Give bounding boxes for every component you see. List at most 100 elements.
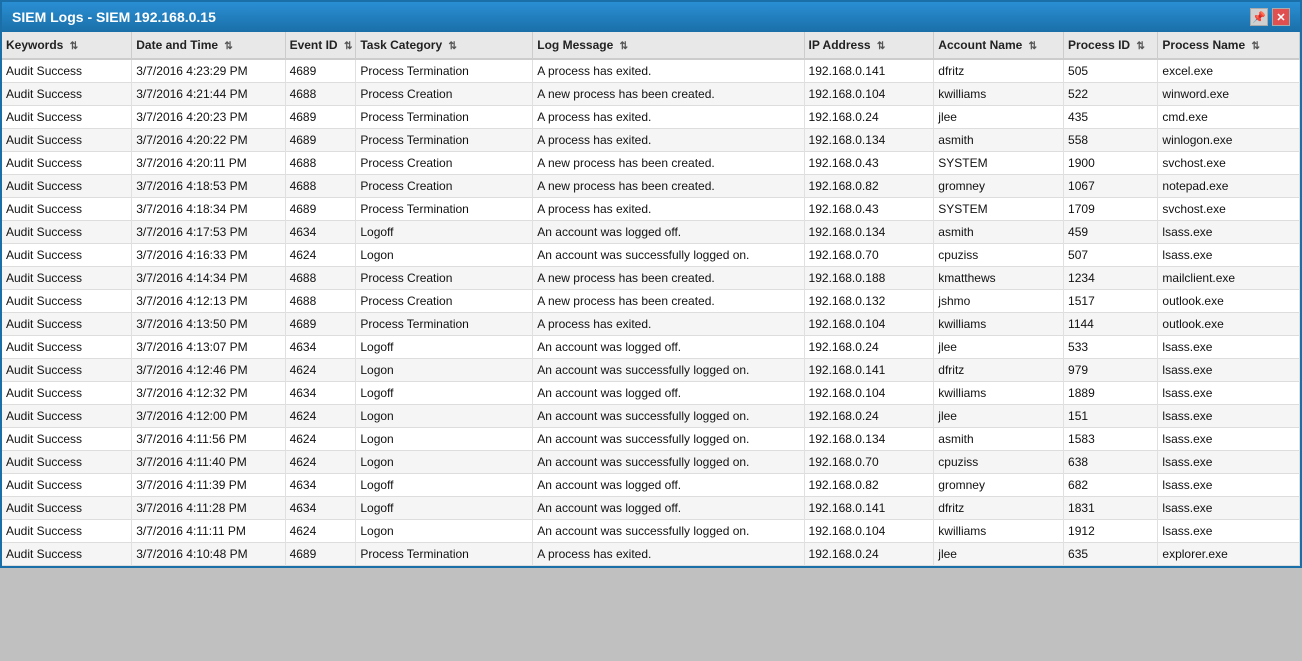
cell-accountname: asmith — [934, 428, 1064, 451]
table-row[interactable]: Audit Success3/7/2016 4:11:40 PM4624Logo… — [2, 451, 1300, 474]
cell-taskcategory: Logon — [356, 405, 533, 428]
sort-icon-logmessage: ⇅ — [620, 41, 628, 52]
cell-logmessage: A process has exited. — [533, 59, 804, 83]
col-header-keywords[interactable]: Keywords ⇅ — [2, 32, 132, 59]
table-row[interactable]: Audit Success3/7/2016 4:21:44 PM4688Proc… — [2, 83, 1300, 106]
col-header-processid[interactable]: Process ID ⇅ — [1064, 32, 1158, 59]
cell-keywords: Audit Success — [2, 244, 132, 267]
cell-keywords: Audit Success — [2, 267, 132, 290]
table-row[interactable]: Audit Success3/7/2016 4:18:34 PM4689Proc… — [2, 198, 1300, 221]
cell-datetime: 3/7/2016 4:20:11 PM — [132, 152, 285, 175]
cell-ipaddress: 192.168.0.141 — [804, 497, 934, 520]
sort-icon-processid: ⇅ — [1136, 41, 1144, 52]
close-button[interactable]: ✕ — [1272, 8, 1290, 26]
table-row[interactable]: Audit Success3/7/2016 4:12:32 PM4634Logo… — [2, 382, 1300, 405]
cell-processname: lsass.exe — [1158, 497, 1300, 520]
cell-ipaddress: 192.168.0.134 — [804, 221, 934, 244]
cell-accountname: kmatthews — [934, 267, 1064, 290]
cell-processname: winlogon.exe — [1158, 129, 1300, 152]
cell-processname: mailclient.exe — [1158, 267, 1300, 290]
cell-accountname: dfritz — [934, 497, 1064, 520]
cell-logmessage: A new process has been created. — [533, 267, 804, 290]
cell-ipaddress: 192.168.0.104 — [804, 520, 934, 543]
cell-keywords: Audit Success — [2, 543, 132, 566]
title-bar-controls: 📌 ✕ — [1250, 8, 1290, 26]
table-row[interactable]: Audit Success3/7/2016 4:12:13 PM4688Proc… — [2, 290, 1300, 313]
cell-ipaddress: 192.168.0.24 — [804, 543, 934, 566]
table-row[interactable]: Audit Success3/7/2016 4:23:29 PM4689Proc… — [2, 59, 1300, 83]
table-container: Keywords ⇅ Date and Time ⇅ Event ID ⇅ Ta… — [2, 32, 1300, 566]
cell-processid: 533 — [1064, 336, 1158, 359]
cell-accountname: kwilliams — [934, 382, 1064, 405]
sort-icon-datetime: ⇅ — [224, 41, 232, 52]
cell-logmessage: An account was logged off. — [533, 336, 804, 359]
col-header-logmessage[interactable]: Log Message ⇅ — [533, 32, 804, 59]
cell-datetime: 3/7/2016 4:16:33 PM — [132, 244, 285, 267]
cell-accountname: cpuziss — [934, 244, 1064, 267]
cell-datetime: 3/7/2016 4:21:44 PM — [132, 83, 285, 106]
cell-ipaddress: 192.168.0.70 — [804, 451, 934, 474]
cell-datetime: 3/7/2016 4:20:22 PM — [132, 129, 285, 152]
table-row[interactable]: Audit Success3/7/2016 4:20:11 PM4688Proc… — [2, 152, 1300, 175]
pin-button[interactable]: 📌 — [1250, 8, 1268, 26]
cell-ipaddress: 192.168.0.141 — [804, 59, 934, 83]
cell-accountname: dfritz — [934, 359, 1064, 382]
cell-keywords: Audit Success — [2, 359, 132, 382]
table-row[interactable]: Audit Success3/7/2016 4:13:07 PM4634Logo… — [2, 336, 1300, 359]
col-header-eventid[interactable]: Event ID ⇅ — [285, 32, 356, 59]
cell-datetime: 3/7/2016 4:12:13 PM — [132, 290, 285, 313]
cell-processid: 979 — [1064, 359, 1158, 382]
table-row[interactable]: Audit Success3/7/2016 4:13:50 PM4689Proc… — [2, 313, 1300, 336]
col-header-ipaddress[interactable]: IP Address ⇅ — [804, 32, 934, 59]
cell-ipaddress: 192.168.0.104 — [804, 313, 934, 336]
log-table: Keywords ⇅ Date and Time ⇅ Event ID ⇅ Ta… — [2, 32, 1300, 566]
cell-keywords: Audit Success — [2, 336, 132, 359]
table-row[interactable]: Audit Success3/7/2016 4:11:11 PM4624Logo… — [2, 520, 1300, 543]
col-header-taskcategory[interactable]: Task Category ⇅ — [356, 32, 533, 59]
table-row[interactable]: Audit Success3/7/2016 4:12:00 PM4624Logo… — [2, 405, 1300, 428]
col-header-accountname[interactable]: Account Name ⇅ — [934, 32, 1064, 59]
cell-keywords: Audit Success — [2, 451, 132, 474]
cell-keywords: Audit Success — [2, 290, 132, 313]
table-row[interactable]: Audit Success3/7/2016 4:10:48 PM4689Proc… — [2, 543, 1300, 566]
cell-eventid: 4689 — [285, 106, 356, 129]
cell-taskcategory: Process Termination — [356, 59, 533, 83]
cell-accountname: kwilliams — [934, 83, 1064, 106]
table-row[interactable]: Audit Success3/7/2016 4:14:34 PM4688Proc… — [2, 267, 1300, 290]
table-row[interactable]: Audit Success3/7/2016 4:16:33 PM4624Logo… — [2, 244, 1300, 267]
cell-ipaddress: 192.168.0.24 — [804, 106, 934, 129]
cell-processname: outlook.exe — [1158, 313, 1300, 336]
table-row[interactable]: Audit Success3/7/2016 4:20:22 PM4689Proc… — [2, 129, 1300, 152]
cell-datetime: 3/7/2016 4:11:39 PM — [132, 474, 285, 497]
cell-eventid: 4688 — [285, 152, 356, 175]
cell-ipaddress: 192.168.0.70 — [804, 244, 934, 267]
cell-taskcategory: Process Creation — [356, 290, 533, 313]
cell-keywords: Audit Success — [2, 474, 132, 497]
table-row[interactable]: Audit Success3/7/2016 4:11:28 PM4634Logo… — [2, 497, 1300, 520]
cell-processid: 682 — [1064, 474, 1158, 497]
cell-datetime: 3/7/2016 4:12:32 PM — [132, 382, 285, 405]
cell-taskcategory: Logoff — [356, 336, 533, 359]
window-title: SIEM Logs - SIEM 192.168.0.15 — [12, 9, 216, 25]
table-row[interactable]: Audit Success3/7/2016 4:11:56 PM4624Logo… — [2, 428, 1300, 451]
cell-datetime: 3/7/2016 4:12:46 PM — [132, 359, 285, 382]
col-header-datetime[interactable]: Date and Time ⇅ — [132, 32, 285, 59]
table-row[interactable]: Audit Success3/7/2016 4:17:53 PM4634Logo… — [2, 221, 1300, 244]
cell-accountname: jshmo — [934, 290, 1064, 313]
cell-processid: 505 — [1064, 59, 1158, 83]
table-row[interactable]: Audit Success3/7/2016 4:12:46 PM4624Logo… — [2, 359, 1300, 382]
sort-icon-keywords: ⇅ — [70, 41, 78, 52]
table-row[interactable]: Audit Success3/7/2016 4:11:39 PM4634Logo… — [2, 474, 1300, 497]
cell-taskcategory: Logon — [356, 428, 533, 451]
cell-processid: 1709 — [1064, 198, 1158, 221]
cell-logmessage: An account was successfully logged on. — [533, 405, 804, 428]
cell-eventid: 4688 — [285, 267, 356, 290]
col-header-processname[interactable]: Process Name ⇅ — [1158, 32, 1300, 59]
cell-eventid: 4688 — [285, 290, 356, 313]
table-row[interactable]: Audit Success3/7/2016 4:20:23 PM4689Proc… — [2, 106, 1300, 129]
table-row[interactable]: Audit Success3/7/2016 4:18:53 PM4688Proc… — [2, 175, 1300, 198]
cell-taskcategory: Process Termination — [356, 543, 533, 566]
cell-processname: excel.exe — [1158, 59, 1300, 83]
cell-ipaddress: 192.168.0.188 — [804, 267, 934, 290]
cell-processid: 1517 — [1064, 290, 1158, 313]
